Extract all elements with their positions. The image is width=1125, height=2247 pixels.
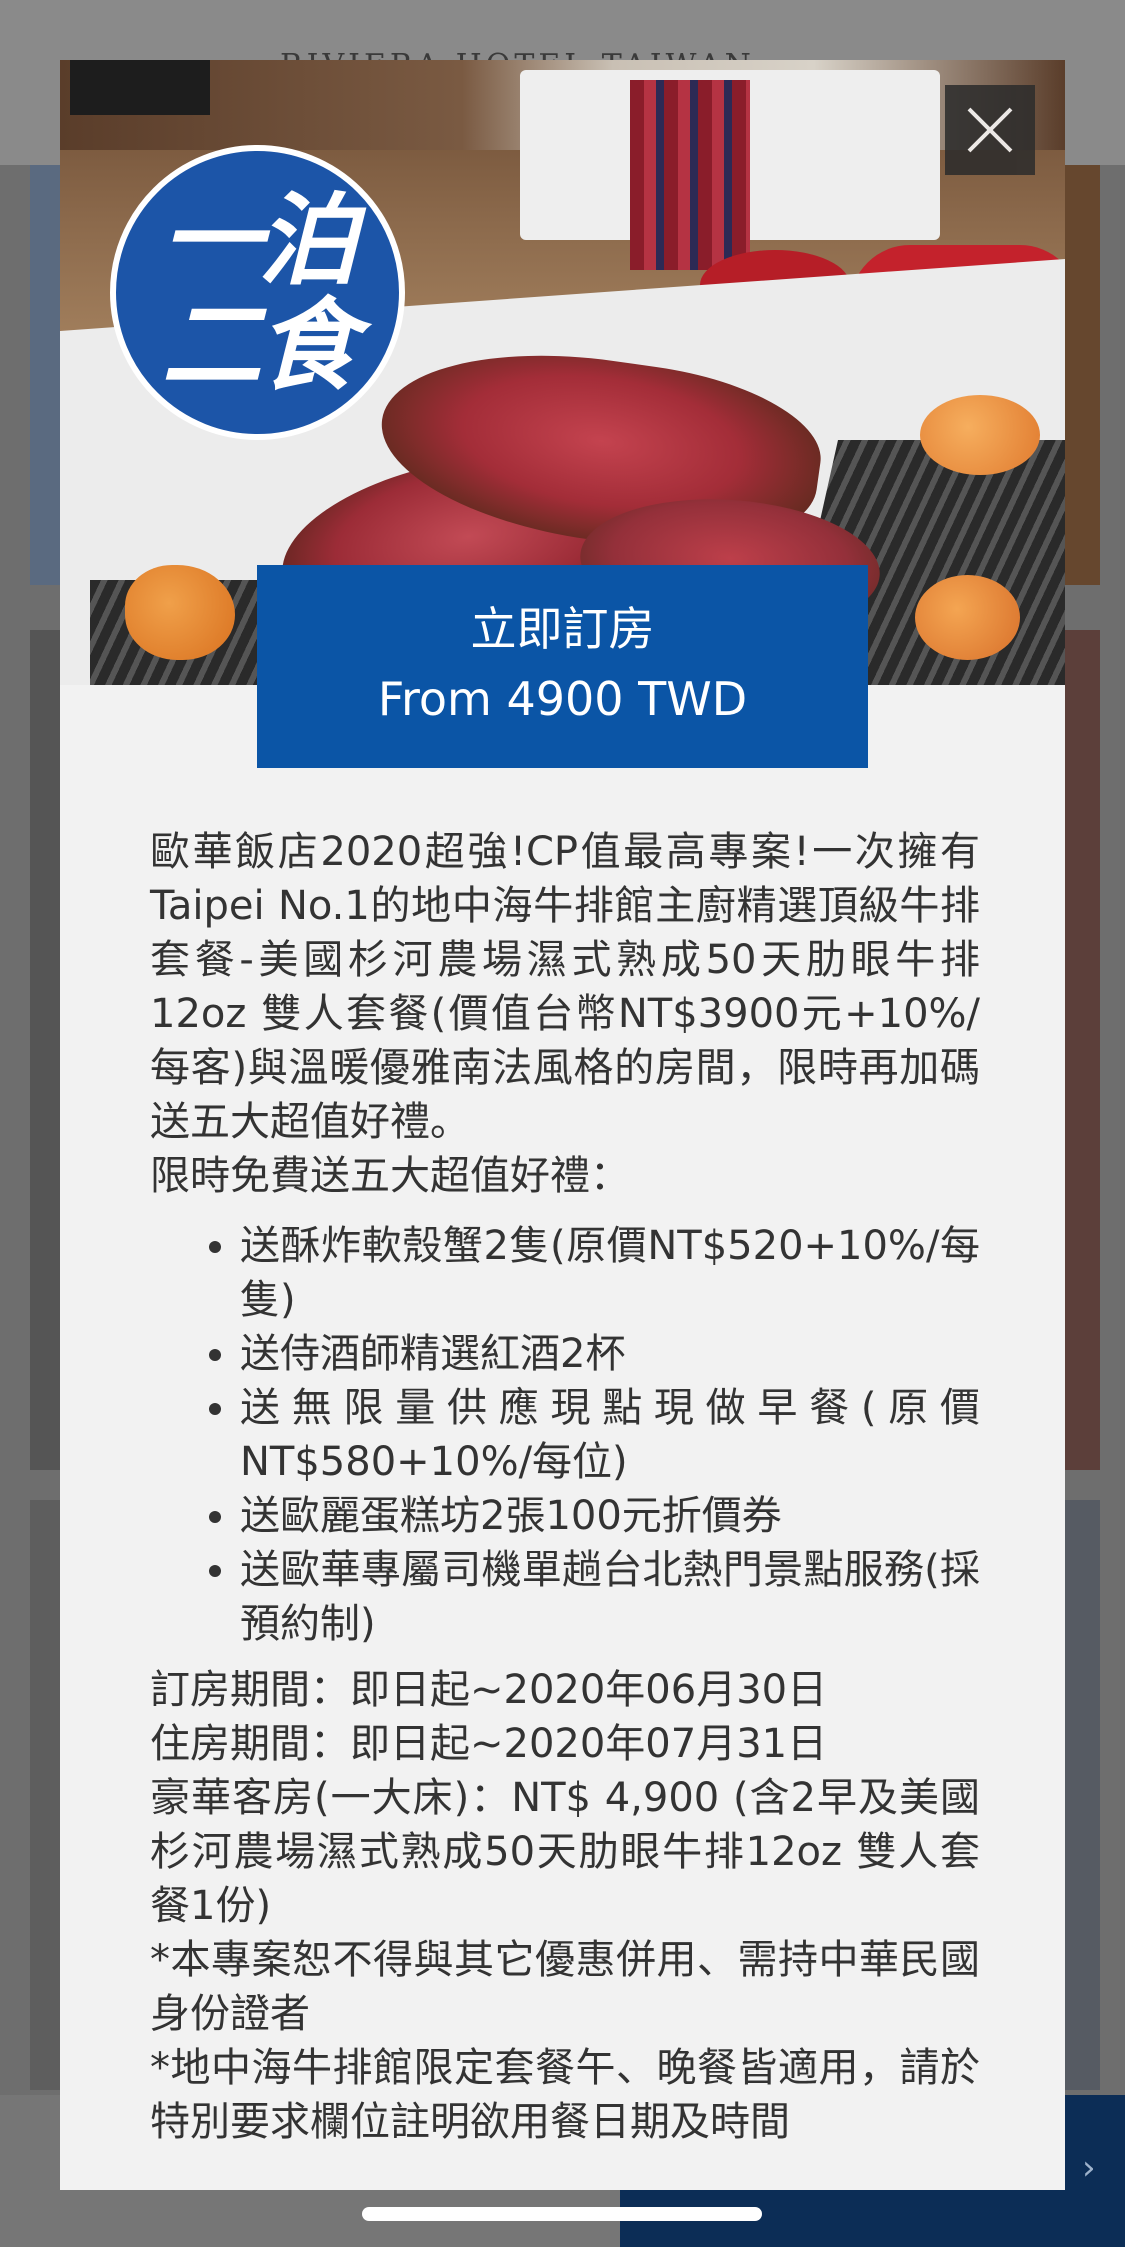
booking-period: 訂房期間：即日起~2020年06月30日	[150, 1667, 828, 1713]
background-card	[30, 1500, 60, 2090]
list-item: 送無限量供應現點現做早餐(原價NT$580+10%/每位)	[240, 1381, 980, 1489]
background-card	[30, 165, 60, 585]
list-item: 送歐麗蛋糕坊2張100元折價券	[240, 1489, 980, 1543]
background-card	[1065, 165, 1100, 585]
room-price: 豪華客房(一大床)：NT$ 4,900 (含2早及美國杉河農場濕式熟成50天肋眼…	[150, 1775, 980, 1929]
list-item: 送歐華專屬司機單趟台北熱門景點服務(採預約制)	[240, 1543, 980, 1651]
promotion-details: 歐華飯店2020超強!CP值最高專案!一次擁有Taipei No.1的地中海牛排…	[150, 825, 980, 2149]
list-item: 送酥炸軟殼蟹2隻(原價NT$520+10%/每隻)	[240, 1219, 980, 1327]
book-now-price: From 4900 TWD	[377, 672, 748, 726]
home-indicator[interactable]	[362, 2207, 762, 2221]
gifts-heading: 限時免費送五大超值好禮：	[150, 1153, 630, 1199]
close-button[interactable]	[945, 85, 1035, 175]
chevron-right-icon: ›	[1082, 2148, 1096, 2188]
background-card	[1065, 630, 1100, 1470]
list-item: 送侍酒師精選紅酒2杯	[240, 1327, 980, 1381]
promotion-note: *地中海牛排館限定套餐午、晚餐皆適用，請於特別要求欄位註明欲用餐日期及時間	[150, 2045, 980, 2145]
background-card	[30, 630, 60, 1470]
background-card	[1065, 1500, 1100, 2090]
gift-list: 送酥炸軟殼蟹2隻(原價NT$520+10%/每隻) 送侍酒師精選紅酒2杯 送無限…	[150, 1219, 980, 1651]
close-icon	[967, 107, 1013, 153]
promotion-description: 歐華飯店2020超強!CP值最高專案!一次擁有Taipei No.1的地中海牛排…	[150, 829, 980, 1145]
book-now-label: 立即訂房	[470, 602, 655, 656]
promotion-note: *本專案恕不得與其它優惠併用、需持中華民國身份證者	[150, 1937, 980, 2037]
stay-period: 住房期間：即日起~2020年07月31日	[150, 1721, 828, 1767]
badge-line: 一泊	[161, 182, 358, 299]
book-now-button[interactable]: 立即訂房 From 4900 TWD	[257, 565, 868, 768]
one-night-two-meals-badge: 一泊 二食	[110, 145, 405, 440]
promotion-modal: 一泊 二食 立即訂房 From 4900 TWD 歐華飯店2020超強!CP值最…	[60, 60, 1065, 2190]
badge-line: 二食	[161, 287, 358, 404]
